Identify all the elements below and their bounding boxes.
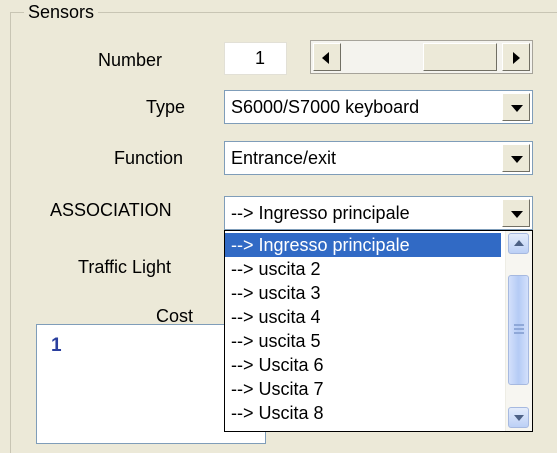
association-combobox[interactable]: --> Ingresso principale [224,196,533,230]
chevron-up-icon [514,240,524,246]
scroll-right-button[interactable] [502,43,530,71]
dropdown-scroll-thumb[interactable] [508,275,529,385]
type-combobox[interactable]: S6000/S7000 keyboard [224,90,533,124]
scroll-thumb[interactable] [423,43,497,71]
grip-line [514,328,524,330]
scroll-down-button[interactable] [508,407,529,428]
association-label: ASSOCIATION [50,200,172,220]
grip-line [514,332,524,334]
function-value: Entrance/exit [231,148,337,168]
number-scrollbar[interactable] [310,40,533,74]
scroll-left-button[interactable] [313,43,341,71]
dropdown-option[interactable]: --> uscita 3 [225,281,501,305]
arrow-left-icon [322,52,329,64]
association-dropdown-button[interactable] [502,199,530,227]
dropdown-option[interactable]: --> Ingresso principale [225,233,501,257]
association-dropdown-list[interactable]: --> Ingresso principale --> uscita 2 -->… [224,230,533,432]
dropdown-option[interactable]: --> Uscita 8 [225,401,501,425]
dropdown-option[interactable]: --> Uscita 7 [225,377,501,401]
dropdown-option[interactable]: --> uscita 4 [225,305,501,329]
number-value: 1 [224,42,287,75]
dropdown-scrollbar[interactable] [505,231,532,431]
dropdown-option[interactable]: --> Uscita 6 [225,353,501,377]
chevron-down-icon [511,211,523,218]
association-value: --> Ingresso principale [231,203,410,223]
type-label: Type [146,97,186,117]
sensors-group-title: Sensors [24,0,99,24]
function-label: Function [114,148,184,168]
chevron-down-icon [511,156,523,163]
traffic-light-label: Traffic Light [78,257,172,277]
dropdown-option[interactable]: --> uscita 2 [225,257,501,281]
type-dropdown-button[interactable] [502,93,530,121]
function-dropdown-button[interactable] [502,144,530,172]
arrow-right-icon [513,52,520,64]
number-label: Number [98,50,163,70]
scroll-up-button[interactable] [508,233,529,254]
chevron-down-icon [511,105,523,112]
function-combobox[interactable]: Entrance/exit [224,141,533,175]
notes-value: 1 [51,335,62,356]
type-value: S6000/S7000 keyboard [231,97,420,117]
dropdown-option[interactable]: --> uscita 5 [225,329,501,353]
chevron-down-icon [514,415,524,421]
grip-line [514,324,524,326]
